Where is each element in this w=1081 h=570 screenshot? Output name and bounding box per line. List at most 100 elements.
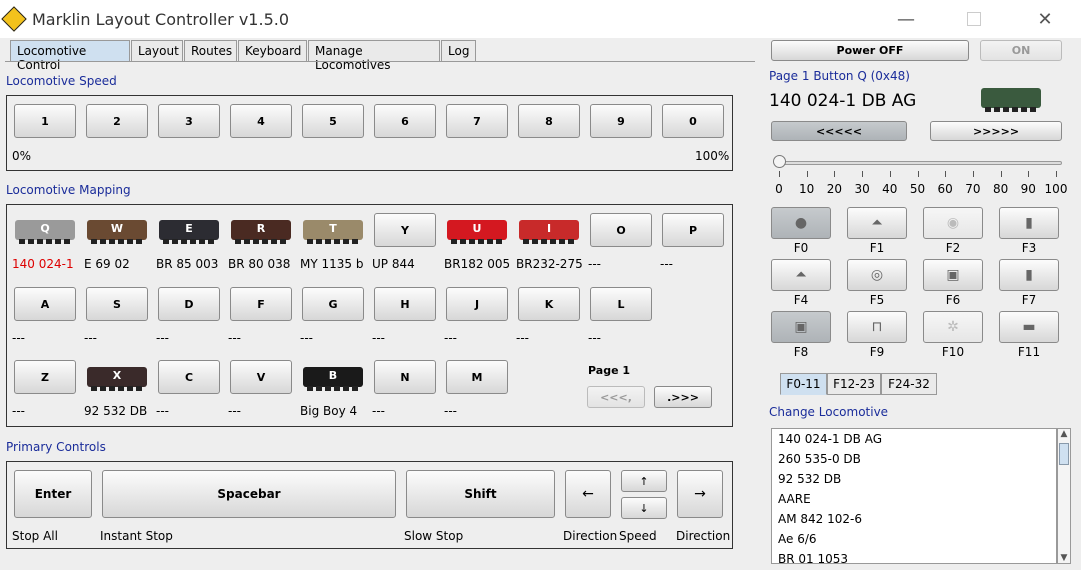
- speed-up-button[interactable]: ↑: [621, 470, 667, 492]
- map-button-p[interactable]: P: [662, 213, 724, 247]
- scroll-up-icon[interactable]: ▲: [1058, 429, 1070, 439]
- tab-manage-locomotives[interactable]: Manage Locomotives: [308, 40, 440, 72]
- function-button-f9[interactable]: ⊓: [847, 311, 907, 343]
- map-button-f[interactable]: F: [230, 287, 292, 321]
- page-button-info: Page 1 Button Q (0x48): [769, 69, 910, 83]
- tick-mark: [917, 171, 919, 177]
- speed-button-9[interactable]: 9: [590, 104, 652, 138]
- power-on-button[interactable]: ON: [980, 40, 1062, 61]
- loco-image-u[interactable]: U: [446, 216, 508, 244]
- function-button-f8[interactable]: ▣: [771, 311, 831, 343]
- map-button-d[interactable]: D: [158, 287, 220, 321]
- loco-list-item[interactable]: 140 024-1 DB AG: [772, 429, 1056, 449]
- loco-image-x[interactable]: X: [86, 363, 148, 391]
- fn-tab-f0-11[interactable]: F0-11: [780, 373, 827, 395]
- function-button-f0[interactable]: ●: [771, 207, 831, 239]
- map-button-o[interactable]: O: [590, 213, 652, 247]
- loco-image-i[interactable]: I: [518, 216, 580, 244]
- function-button-f1[interactable]: ⏶: [847, 207, 907, 239]
- power-off-button[interactable]: Power OFF: [771, 40, 969, 61]
- map-button-g[interactable]: G: [302, 287, 364, 321]
- loco-list-item[interactable]: BR 01 1053: [772, 549, 1056, 563]
- speed-section-title: Locomotive Speed: [6, 74, 117, 88]
- direction-left-button[interactable]: ←: [565, 470, 611, 518]
- speed-button-4[interactable]: 4: [230, 104, 292, 138]
- function-button-f11[interactable]: ▬: [999, 311, 1059, 343]
- map-button-h[interactable]: H: [374, 287, 436, 321]
- next-loco-button[interactable]: >>>>>: [930, 121, 1062, 141]
- function-button-f3[interactable]: ▮: [999, 207, 1059, 239]
- scroll-down-icon[interactable]: ▼: [1058, 553, 1070, 563]
- close-icon[interactable]: ✕: [1031, 8, 1059, 30]
- function-button-f10[interactable]: ✲: [923, 311, 983, 343]
- speed-button-6[interactable]: 6: [374, 104, 436, 138]
- function-button-f7[interactable]: ▮: [999, 259, 1059, 291]
- tick-mark: [834, 171, 836, 177]
- tab-keyboard[interactable]: Keyboard: [238, 40, 307, 62]
- function-label-f0: F0: [793, 241, 809, 255]
- loco-image-b[interactable]: B: [302, 363, 364, 391]
- map-button-v[interactable]: V: [230, 360, 292, 394]
- maximize-icon[interactable]: [960, 8, 988, 30]
- map-button-y[interactable]: Y: [374, 213, 436, 247]
- loco-wheels: [91, 239, 143, 244]
- speed-slider-thumb[interactable]: [773, 155, 786, 168]
- loco-list-item[interactable]: 92 532 DB: [772, 469, 1056, 489]
- function-button-f2[interactable]: ◉: [923, 207, 983, 239]
- function-button-f5[interactable]: ◎: [847, 259, 907, 291]
- function-button-f4[interactable]: ⏶: [771, 259, 831, 291]
- loco-image-q[interactable]: Q: [14, 216, 76, 244]
- speed-button-0[interactable]: 0: [662, 104, 724, 138]
- speed-button-7[interactable]: 7: [446, 104, 508, 138]
- speed-button-1[interactable]: 1: [14, 104, 76, 138]
- mapping-section-title: Locomotive Mapping: [6, 183, 131, 197]
- map-button-n[interactable]: N: [374, 360, 436, 394]
- map-button-z[interactable]: Z: [14, 360, 76, 394]
- function-button-f6[interactable]: ▣: [923, 259, 983, 291]
- loco-list-scrollbar[interactable]: ▲ ▼: [1057, 428, 1071, 564]
- direction-right-button[interactable]: →: [677, 470, 723, 518]
- tab-log[interactable]: Log: [441, 40, 476, 62]
- loco-key-label: U: [472, 222, 482, 235]
- speed-down-button[interactable]: ↓: [621, 497, 667, 519]
- next-page-button[interactable]: .>>>: [654, 386, 712, 408]
- tab-locomotive-control[interactable]: Locomotive Control: [10, 40, 130, 72]
- loco-image-e[interactable]: E: [158, 216, 220, 244]
- speed-button-8[interactable]: 8: [518, 104, 580, 138]
- map-button-s[interactable]: S: [86, 287, 148, 321]
- scroll-thumb[interactable]: [1059, 443, 1069, 465]
- map-button-m[interactable]: M: [446, 360, 508, 394]
- selected-loco-image: [980, 84, 1042, 112]
- speed-slider-track[interactable]: [779, 161, 1062, 165]
- speed-button-2[interactable]: 2: [86, 104, 148, 138]
- loco-list-item[interactable]: AM 842 102-6: [772, 509, 1056, 529]
- fn-tab-f24-32[interactable]: F24-32: [881, 373, 937, 395]
- loco-image-w[interactable]: W: [86, 216, 148, 244]
- function-label-f10: F10: [941, 345, 965, 359]
- loco-body: T: [303, 220, 363, 244]
- loco-list-item[interactable]: Ae 6/6: [772, 529, 1056, 549]
- loco-list[interactable]: 140 024-1 DB AG 260 535-0 DB 92 532 DB AARE…: [771, 428, 1057, 564]
- tick-label-60: 60: [937, 182, 953, 196]
- prev-loco-button[interactable]: <<<<<: [771, 121, 907, 141]
- minimize-icon[interactable]: —: [892, 8, 920, 30]
- tab-routes[interactable]: Routes: [184, 40, 237, 62]
- speed-button-5[interactable]: 5: [302, 104, 364, 138]
- loco-image-r[interactable]: R: [230, 216, 292, 244]
- fn-tab-f12-23[interactable]: F12-23: [827, 373, 881, 395]
- speed-button-3[interactable]: 3: [158, 104, 220, 138]
- loco-list-item[interactable]: AARE: [772, 489, 1056, 509]
- loco-image-t[interactable]: T: [302, 216, 364, 244]
- shift-button[interactable]: Shift: [406, 470, 555, 518]
- loco-list-item[interactable]: 260 535-0 DB: [772, 449, 1056, 469]
- map-button-j[interactable]: J: [446, 287, 508, 321]
- spacebar-button[interactable]: Spacebar: [102, 470, 396, 518]
- map-button-a[interactable]: A: [14, 287, 76, 321]
- map-button-l[interactable]: L: [590, 287, 652, 321]
- map-button-c[interactable]: C: [158, 360, 220, 394]
- enter-button[interactable]: Enter: [14, 470, 92, 518]
- prev-page-button[interactable]: <<<,: [587, 386, 645, 408]
- map-button-k[interactable]: K: [518, 287, 580, 321]
- tab-layout[interactable]: Layout: [131, 40, 183, 62]
- function-label-f9: F9: [869, 345, 885, 359]
